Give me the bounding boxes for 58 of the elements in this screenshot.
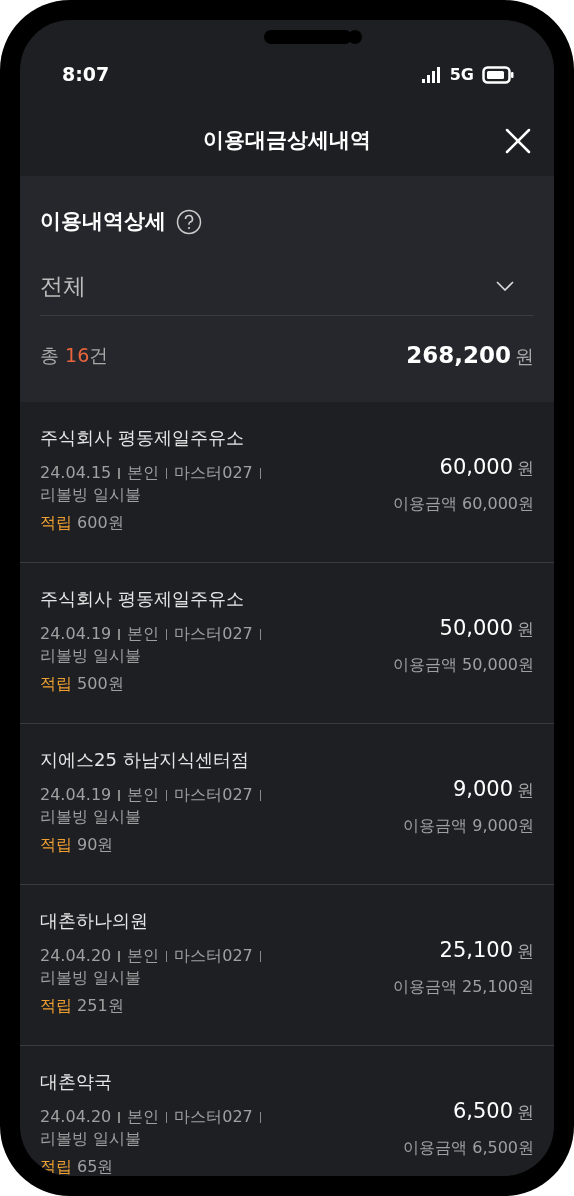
usage-amount: 이용금액 6,500원 xyxy=(403,1136,534,1159)
points-earned: 적립 600원 xyxy=(40,512,125,534)
payment-plan: 리볼빙 일시불 xyxy=(40,645,143,667)
payment-plan: 리볼빙 일시불 xyxy=(40,1128,143,1150)
card-holder: 본인 xyxy=(126,623,159,645)
payment-plan: 리볼빙 일시불 xyxy=(40,967,143,989)
help-icon[interactable] xyxy=(176,208,202,235)
amount: 25,100 원 xyxy=(439,937,534,964)
points-earned: 적립 65원 xyxy=(40,1156,115,1176)
merchant-name: 주식회사 평동제일주유소 xyxy=(40,587,245,611)
merchant-name: 대촌하나의원 xyxy=(40,909,149,933)
battery-icon xyxy=(482,65,514,84)
card-name: 마스터027 xyxy=(174,784,253,806)
signal-icon xyxy=(421,66,442,83)
chevron-down-icon xyxy=(496,281,514,291)
card-name: 마스터027 xyxy=(174,945,253,967)
usage-amount: 이용금액 9,000원 xyxy=(403,814,534,837)
card-name: 마스터027 xyxy=(174,462,253,484)
transaction-date: 24.04.20 xyxy=(40,945,112,967)
filter-dropdown[interactable]: 전체 xyxy=(40,257,534,316)
transaction-row[interactable]: 주식회사 평동제일주유소 24.04.15 본인 마스터027 리볼빙 일시불 적립 600원 60,000 원 이용금액 60,000원 xyxy=(20,402,554,563)
transaction-date: 24.04.19 xyxy=(40,784,112,806)
network-label: 5G xyxy=(449,63,474,86)
section-title: 이용내역상세 xyxy=(40,208,166,235)
points-earned: 적립 90원 xyxy=(40,834,115,856)
points-earned: 적립 251원 xyxy=(40,995,125,1017)
amount: 6,500 원 xyxy=(452,1098,534,1125)
transaction-date: 24.04.20 xyxy=(40,1106,112,1128)
card-name: 마스터027 xyxy=(174,1106,253,1128)
card-holder: 본인 xyxy=(126,945,159,967)
points-earned: 적립 500원 xyxy=(40,673,125,695)
usage-amount: 이용금액 25,100원 xyxy=(392,975,534,998)
payment-plan: 리볼빙 일시불 xyxy=(40,484,143,506)
merchant-name: 지에스25 하남지식센터점 xyxy=(40,748,250,772)
status-time: 8:07 xyxy=(62,62,110,88)
usage-amount: 이용금액 60,000원 xyxy=(392,492,534,515)
card-holder: 본인 xyxy=(126,462,159,484)
transaction-row[interactable]: 대촌약국 24.04.20 본인 마스터027 리볼빙 일시불 적립 65원 6,500 원 이용금액 6,500원 xyxy=(20,1046,554,1176)
card-name: 마스터027 xyxy=(174,623,253,645)
total-amount: 268,200 원 xyxy=(406,340,534,370)
usage-amount: 이용금액 50,000원 xyxy=(392,653,534,676)
card-holder: 본인 xyxy=(126,1106,159,1128)
payment-plan: 리볼빙 일시불 xyxy=(40,806,143,828)
transaction-row[interactable]: 주식회사 평동제일주유소 24.04.19 본인 마스터027 리볼빙 일시불 적립 500원 50,000 원 이용금액 50,000원 xyxy=(20,563,554,724)
transaction-date: 24.04.19 xyxy=(40,623,112,645)
transaction-row[interactable]: 대촌하나의원 24.04.20 본인 마스터027 리볼빙 일시불 적립 251원 25,100 원 이용금액 25,100원 xyxy=(20,885,554,1046)
transaction-count: 총 16건 xyxy=(40,342,109,368)
merchant-name: 대촌약국 xyxy=(40,1070,113,1094)
page-title: 이용대금상세내역 xyxy=(203,126,371,154)
close-button[interactable] xyxy=(504,127,532,155)
close-icon xyxy=(504,127,532,155)
amount: 50,000 원 xyxy=(439,615,534,642)
card-holder: 본인 xyxy=(126,784,159,806)
transaction-row[interactable]: 지에스25 하남지식센터점 24.04.19 본인 마스터027 리볼빙 일시불 적립 90원 9,000 원 이용금액 9,000원 xyxy=(20,724,554,885)
amount: 9,000 원 xyxy=(452,776,534,803)
amount: 60,000 원 xyxy=(439,454,534,481)
merchant-name: 주식회사 평동제일주유소 xyxy=(40,426,245,450)
transaction-date: 24.04.15 xyxy=(40,462,112,484)
